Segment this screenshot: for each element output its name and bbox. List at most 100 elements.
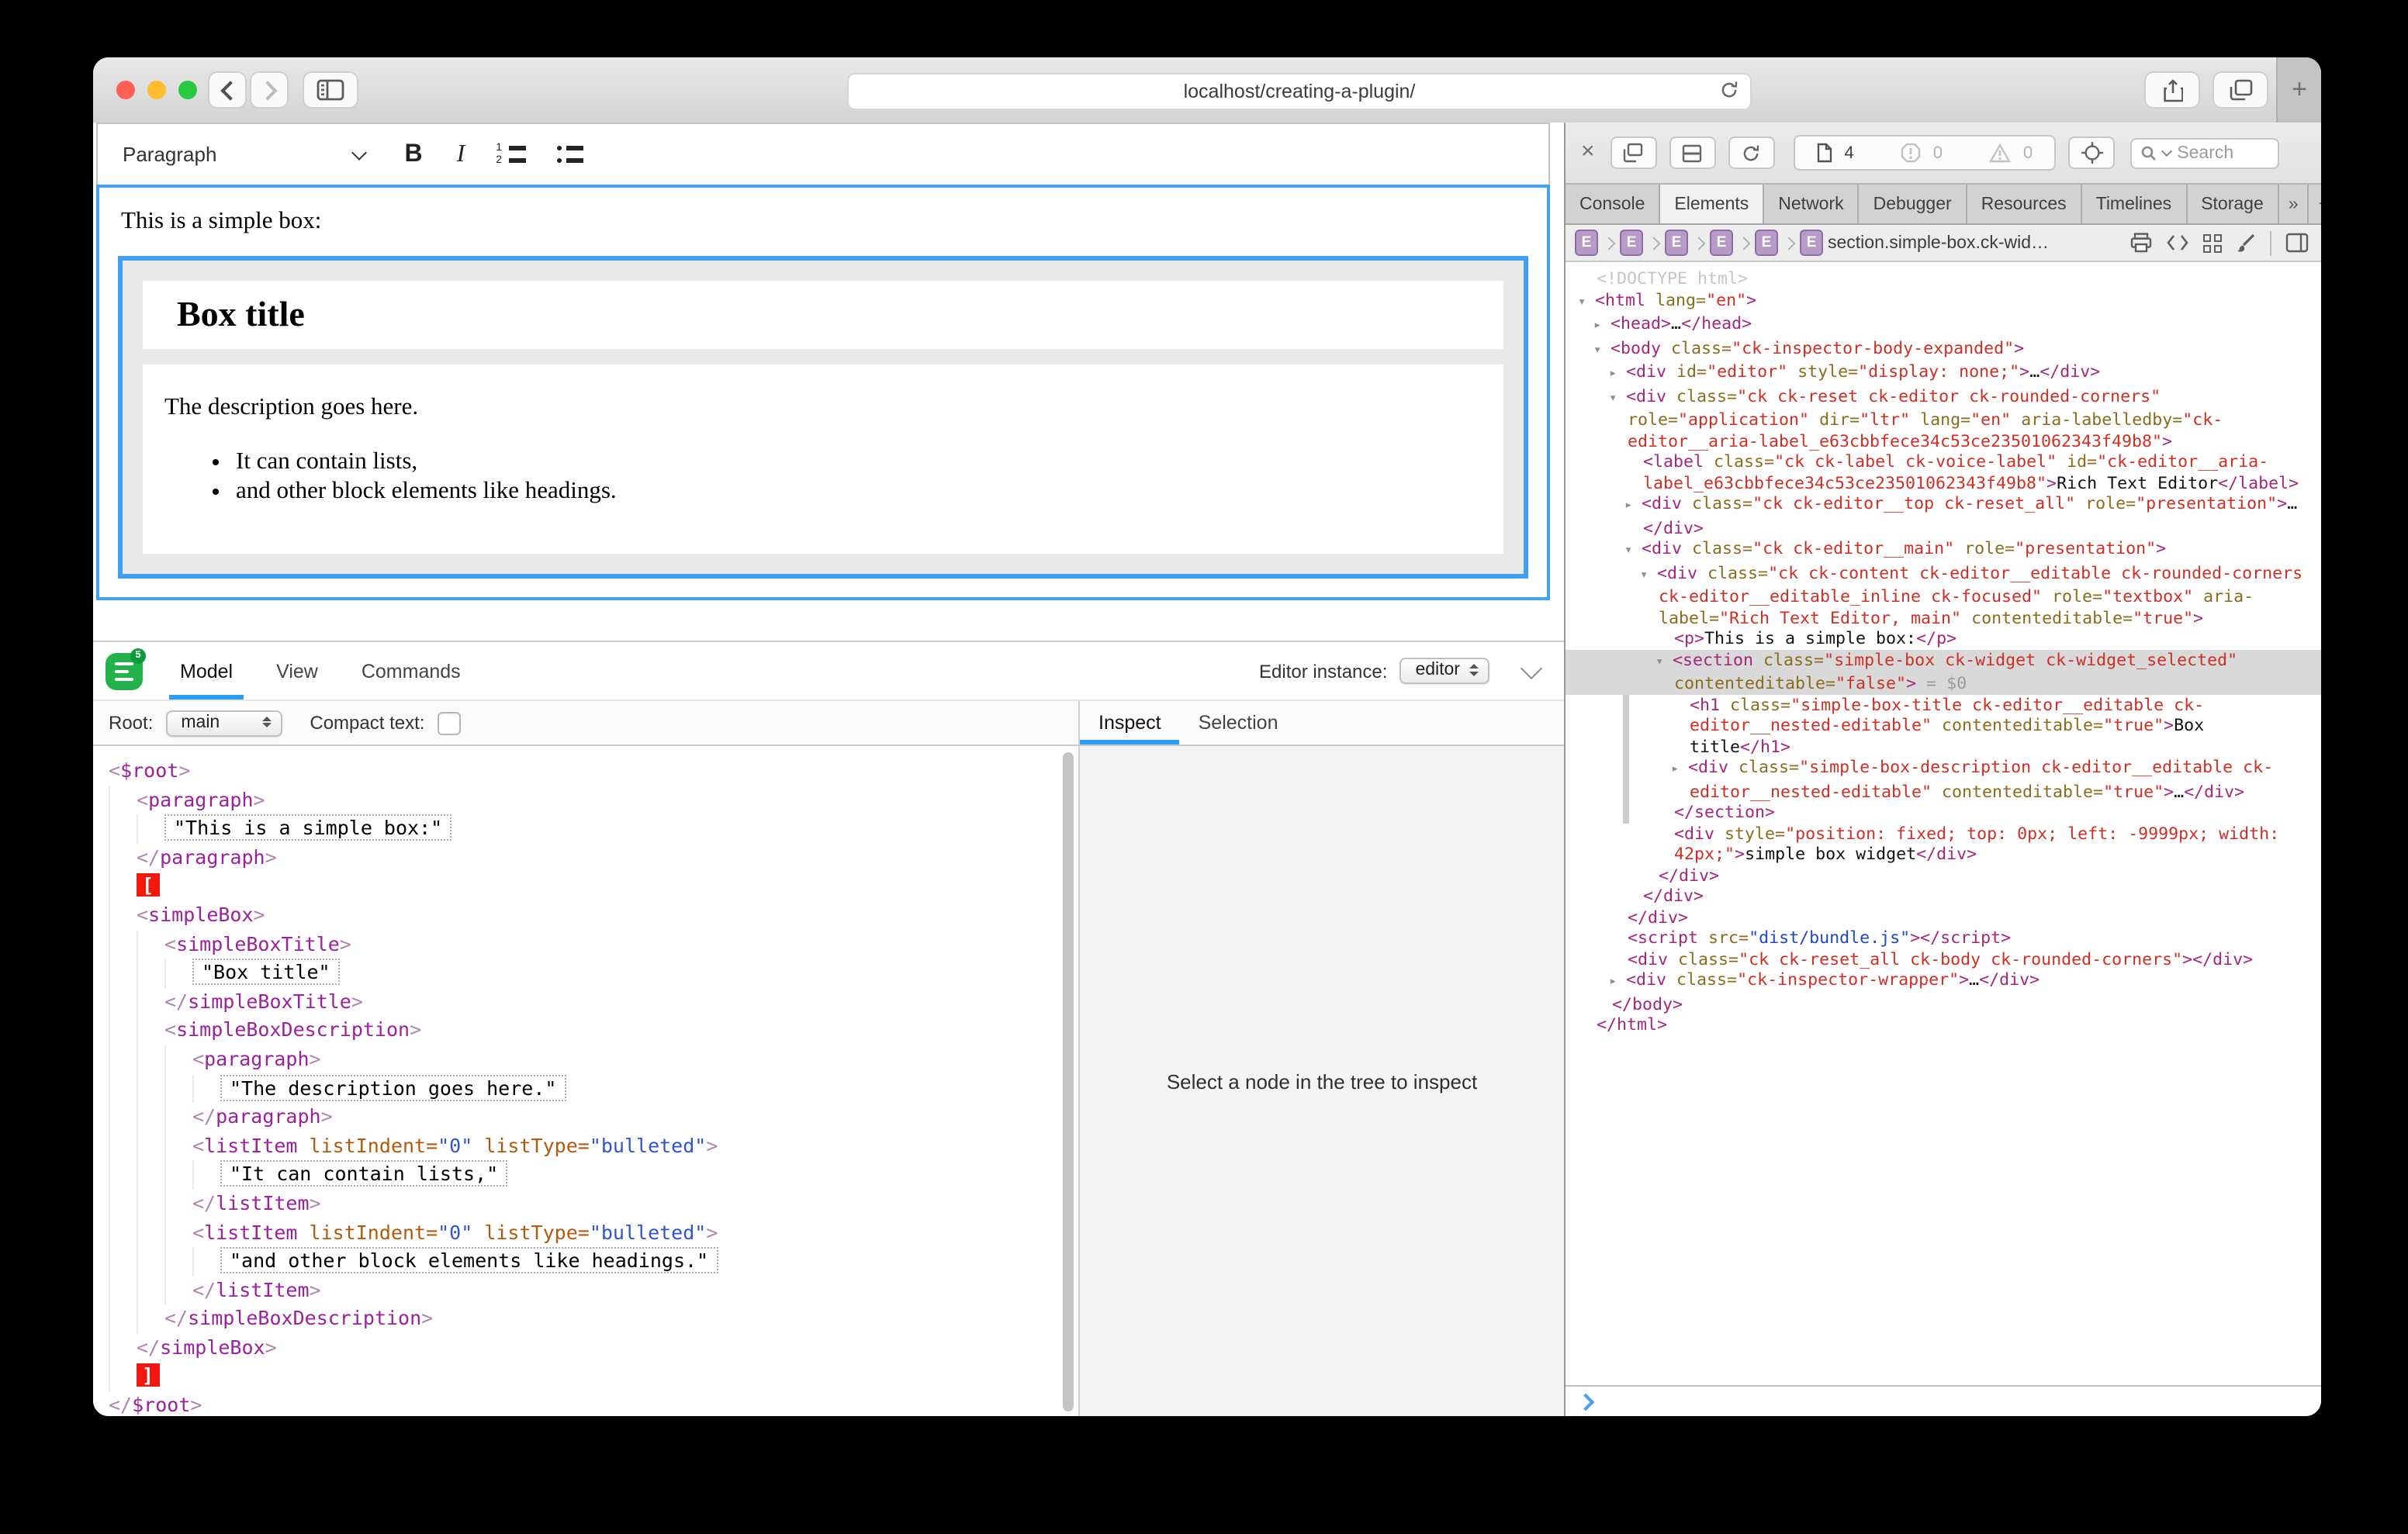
dom-tree-line[interactable]: <script src="dist/bundle.js"></script> bbox=[1566, 928, 2321, 948]
dom-tree-line[interactable]: </div> bbox=[1566, 886, 2321, 907]
model-tree-line[interactable]: <paragraph> bbox=[93, 786, 1078, 814]
model-tree-line[interactable]: <simpleBoxTitle> bbox=[93, 930, 1078, 959]
zoom-window-button[interactable] bbox=[178, 81, 197, 99]
dom-tree-line[interactable]: <h1 class="simple-box-title ck-editor__e… bbox=[1566, 694, 2321, 757]
editor-editable-area[interactable]: This is a simple box: Box title The desc… bbox=[96, 185, 1550, 600]
dom-tree-line[interactable]: <p>This is a simple box:</p> bbox=[1566, 628, 2321, 649]
simple-box-description[interactable]: The description goes here. It can contai… bbox=[143, 364, 1503, 554]
devtools-tab-console[interactable]: Console bbox=[1566, 185, 1660, 223]
devtools-search-field[interactable]: Search bbox=[2130, 137, 2279, 168]
share-button[interactable] bbox=[2144, 71, 2200, 109]
model-tree-line[interactable]: <simpleBox> bbox=[93, 901, 1078, 930]
devtools-tab-timelines[interactable]: Timelines bbox=[2082, 185, 2188, 223]
dom-tree-line[interactable]: <label class="ck ck-label ck-voice-label… bbox=[1566, 451, 2321, 493]
box-title-heading[interactable]: Box title bbox=[177, 295, 1469, 335]
model-tree-line[interactable]: <simpleBoxDescription> bbox=[93, 1017, 1078, 1045]
address-bar[interactable]: localhost/creating-a-plugin/ bbox=[847, 73, 1752, 110]
dock-side-button[interactable] bbox=[1611, 136, 1657, 169]
paragraph-dropdown[interactable]: Paragraph bbox=[123, 143, 216, 166]
italic-button[interactable]: I bbox=[457, 140, 465, 168]
element-badge[interactable]: E bbox=[1800, 230, 1823, 256]
reload-page-button[interactable] bbox=[1728, 136, 1775, 169]
collapse-inspector-icon[interactable] bbox=[1521, 657, 1542, 679]
disclosure-expanded-icon[interactable]: ▾ bbox=[1624, 541, 1642, 562]
side-tab-inspect[interactable]: Inspect bbox=[1080, 701, 1180, 745]
paintbrush-icon[interactable] bbox=[2236, 233, 2256, 253]
list-item[interactable]: and other block elements like headings. bbox=[236, 478, 1482, 506]
activity-summary[interactable]: 4 0 0 bbox=[1794, 135, 2057, 171]
model-tree-line[interactable]: ] bbox=[93, 1363, 1078, 1391]
dom-tree-line[interactable]: ▸<div class="ck-inspector-wrapper">…</di… bbox=[1566, 969, 2321, 993]
model-tree-line[interactable]: </listItem> bbox=[93, 1276, 1078, 1304]
reload-icon[interactable] bbox=[1719, 79, 1739, 101]
model-tree-line[interactable]: </paragraph> bbox=[93, 1103, 1078, 1131]
dock-bottom-button[interactable] bbox=[1669, 136, 1716, 169]
breadcrumb-selected-node[interactable]: section.simple-box.ck-wid… bbox=[1828, 233, 2049, 252]
close-window-button[interactable] bbox=[116, 81, 135, 99]
new-tab-button[interactable]: + bbox=[2276, 57, 2321, 123]
element-badge[interactable]: E bbox=[1620, 230, 1643, 256]
list-item[interactable]: It can contain lists, bbox=[236, 448, 1482, 476]
side-tab-selection[interactable]: Selection bbox=[1180, 701, 1297, 745]
model-tree-line[interactable]: <listItem listIndent="0" listType="bulle… bbox=[93, 1218, 1078, 1247]
dom-tree-line[interactable]: ▸<head>…</head> bbox=[1566, 313, 2321, 337]
dom-tree-line[interactable]: ▸<div class="simple-box-description ck-e… bbox=[1566, 757, 2321, 802]
model-tree-line[interactable]: "It can contain lists," bbox=[93, 1161, 1078, 1190]
dom-tree-line[interactable]: </div> bbox=[1566, 907, 2321, 928]
code-brackets-icon[interactable] bbox=[2166, 234, 2189, 251]
root-select[interactable]: main bbox=[165, 710, 282, 736]
devtools-tab-resources[interactable]: Resources bbox=[1967, 185, 2082, 223]
chevron-down-icon[interactable] bbox=[351, 144, 367, 160]
inspector-tab-view[interactable]: View bbox=[272, 642, 323, 700]
intro-paragraph[interactable]: This is a simple box: bbox=[121, 208, 1525, 236]
dom-tree-line[interactable]: <!DOCTYPE html> bbox=[1566, 268, 2321, 289]
model-tree-line[interactable]: <paragraph> bbox=[93, 1045, 1078, 1074]
disclosure-collapsed-icon[interactable]: ▸ bbox=[1593, 316, 1611, 337]
back-button[interactable] bbox=[208, 71, 247, 109]
element-badge[interactable]: E bbox=[1755, 230, 1778, 256]
dom-tree-line[interactable]: <div class="ck ck-reset_all ck-body ck-r… bbox=[1566, 948, 2321, 969]
element-badge[interactable]: E bbox=[1710, 230, 1733, 256]
dom-tree-line[interactable]: ▸<div id="editor" style="display: none;"… bbox=[1566, 361, 2321, 385]
bold-button[interactable]: B bbox=[404, 140, 422, 168]
model-tree-line[interactable]: </simpleBoxTitle> bbox=[93, 988, 1078, 1017]
devtools-tab-storage[interactable]: Storage bbox=[2187, 185, 2279, 223]
compact-text-checkbox[interactable] bbox=[437, 711, 460, 734]
devtools-add-tab[interactable]: + bbox=[2309, 185, 2321, 223]
model-tree-line[interactable]: </simpleBoxDescription> bbox=[93, 1305, 1078, 1334]
model-tree-line[interactable]: "and other block elements like headings.… bbox=[93, 1247, 1078, 1276]
inspector-tab-commands[interactable]: Commands bbox=[357, 642, 465, 700]
inspector-tab-model[interactable]: Model bbox=[175, 642, 237, 700]
element-badge[interactable]: E bbox=[1575, 230, 1598, 256]
element-badge[interactable]: E bbox=[1665, 230, 1688, 256]
model-tree-line[interactable]: "The description goes here." bbox=[93, 1074, 1078, 1103]
disclosure-expanded-icon[interactable]: ▾ bbox=[1640, 565, 1657, 586]
element-picker-button[interactable] bbox=[2068, 136, 2115, 169]
dom-tree-line[interactable]: </div> bbox=[1566, 865, 2321, 886]
dom-tree-line[interactable]: ▾<div class="ck ck-reset ck-editor ck-ro… bbox=[1566, 385, 2321, 451]
simple-box-widget[interactable]: Box title The description goes here. It … bbox=[118, 256, 1528, 579]
tree-scrollbar[interactable] bbox=[1063, 752, 1074, 1411]
disclosure-collapsed-icon[interactable]: ▸ bbox=[1609, 973, 1626, 993]
devtools-overflow-tabs[interactable]: » bbox=[2279, 185, 2309, 223]
dom-tree-line[interactable]: ▾<div class="ck ck-editor__main" role="p… bbox=[1566, 538, 2321, 562]
minimize-window-button[interactable] bbox=[147, 81, 166, 99]
dom-tree-line[interactable]: ▾<body class="ck-inspector-body-expanded… bbox=[1566, 337, 2321, 361]
model-tree-line[interactable]: "Box title" bbox=[93, 959, 1078, 987]
dom-tree-line[interactable]: ▾<div class="ck ck-content ck-editor__ed… bbox=[1566, 562, 2321, 628]
forward-button[interactable] bbox=[250, 71, 289, 109]
model-tree-line[interactable]: [ bbox=[93, 872, 1078, 901]
disclosure-expanded-icon[interactable]: ▾ bbox=[1578, 292, 1595, 313]
bulleted-list-button[interactable] bbox=[556, 144, 583, 164]
model-tree-line[interactable]: <listItem listIndent="0" listType="bulle… bbox=[93, 1131, 1078, 1160]
sidebar-toggle-button[interactable] bbox=[303, 71, 358, 109]
console-prompt[interactable] bbox=[1566, 1385, 2321, 1416]
details-sidebar-toggle-icon[interactable] bbox=[2285, 233, 2309, 253]
model-tree-line[interactable]: "This is a simple box:" bbox=[93, 814, 1078, 843]
model-tree-line[interactable]: </listItem> bbox=[93, 1190, 1078, 1218]
dom-tree-line[interactable]: </section> bbox=[1566, 802, 2321, 823]
disclosure-collapsed-icon[interactable]: ▸ bbox=[1624, 496, 1642, 517]
model-tree-line[interactable]: <$root> bbox=[93, 757, 1078, 786]
devtools-tab-elements[interactable]: Elements bbox=[1660, 185, 1764, 223]
disclosure-expanded-icon[interactable]: ▾ bbox=[1609, 389, 1626, 409]
